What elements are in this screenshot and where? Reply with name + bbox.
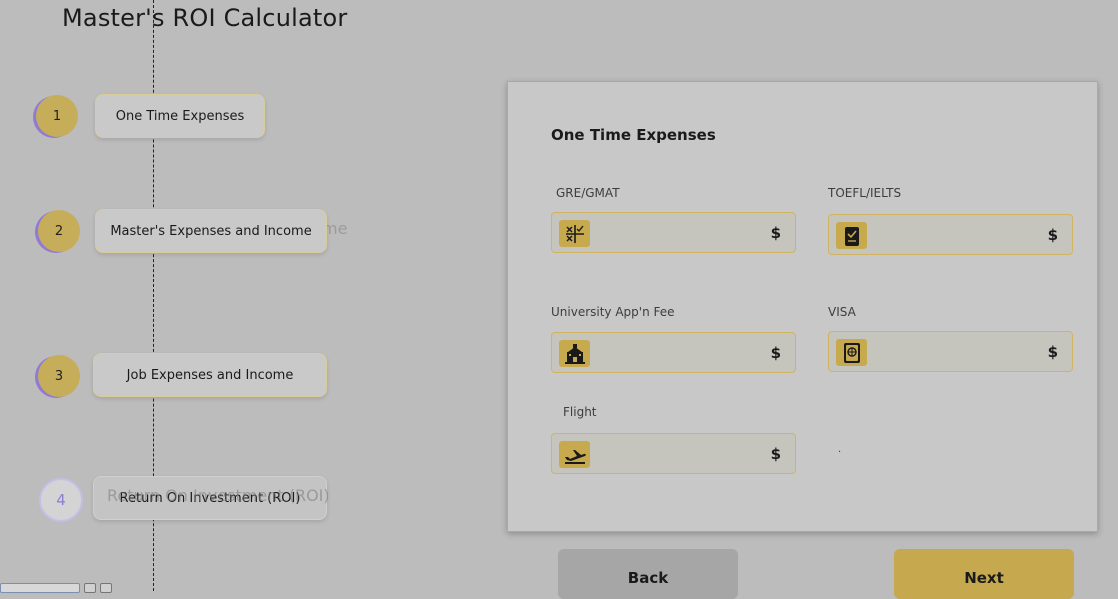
stray-dot: . <box>838 444 842 455</box>
step-2-indicator[interactable]: 2 <box>38 210 80 252</box>
school-icon <box>559 340 590 367</box>
page-title: Master's ROI Calculator <box>62 4 348 32</box>
flight-input[interactable] <box>596 442 760 468</box>
step-1-label: One Time Expenses <box>115 108 245 124</box>
next-button[interactable]: Next <box>894 549 1074 599</box>
step-2-number: 2 <box>54 223 64 239</box>
university-fee-input[interactable] <box>596 341 760 367</box>
step-2-button[interactable]: Master's Expenses and Income <box>95 209 327 253</box>
taskbar-help-icon[interactable] <box>84 583 96 593</box>
flight-label: Flight <box>563 405 597 419</box>
step-1-indicator[interactable]: 1 <box>36 95 78 137</box>
toefl-ielts-field[interactable]: $ <box>828 214 1073 255</box>
visa-currency: $ <box>1047 343 1058 361</box>
toefl-ielts-currency: $ <box>1047 226 1058 244</box>
gre-gmat-currency: $ <box>770 224 781 242</box>
visa-input[interactable] <box>873 340 1037 366</box>
step-1-number: 1 <box>52 108 62 124</box>
airplane-takeoff-icon <box>559 441 590 468</box>
flight-currency: $ <box>770 445 781 463</box>
flight-field[interactable]: $ <box>551 433 796 474</box>
toefl-ielts-input[interactable] <box>873 223 1037 249</box>
taskbar-close-icon[interactable] <box>100 583 112 593</box>
step-3-button[interactable]: Job Expenses and Income <box>93 353 327 397</box>
toefl-ielts-label: TOEFL/IELTS <box>828 186 902 200</box>
step-3-number: 3 <box>54 368 64 384</box>
taskbar-fragment <box>0 583 118 593</box>
visa-label: VISA <box>828 305 856 319</box>
clipboard-check-icon <box>836 222 867 249</box>
gre-gmat-label: GRE/GMAT <box>556 186 620 200</box>
back-button[interactable]: Back <box>558 549 738 599</box>
calculator-icon <box>559 220 590 247</box>
step-4-indicator[interactable]: 4 <box>39 478 83 522</box>
taskbar-field[interactable] <box>0 583 80 593</box>
university-fee-field[interactable]: $ <box>551 332 796 373</box>
visa-field[interactable]: $ <box>828 331 1073 372</box>
university-fee-currency: $ <box>770 344 781 362</box>
step-2-label: Master's Expenses and Income <box>110 223 312 239</box>
step-3-indicator[interactable]: 3 <box>38 355 80 397</box>
step-3-label: Job Expenses and Income <box>126 367 294 383</box>
one-time-expenses-card: One Time Expenses GRE/GMAT $ TOEFL/IELTS <box>507 81 1098 532</box>
card-title: One Time Expenses <box>551 126 716 144</box>
step-4-ghost-text: Return On Investment (ROI) <box>107 486 330 505</box>
university-fee-label: University App'n Fee <box>551 305 675 319</box>
passport-icon <box>836 339 867 366</box>
step-4-number: 4 <box>56 491 66 509</box>
gre-gmat-input[interactable] <box>596 221 760 247</box>
step-1-button[interactable]: One Time Expenses <box>95 94 265 138</box>
gre-gmat-field[interactable]: $ <box>551 212 796 253</box>
